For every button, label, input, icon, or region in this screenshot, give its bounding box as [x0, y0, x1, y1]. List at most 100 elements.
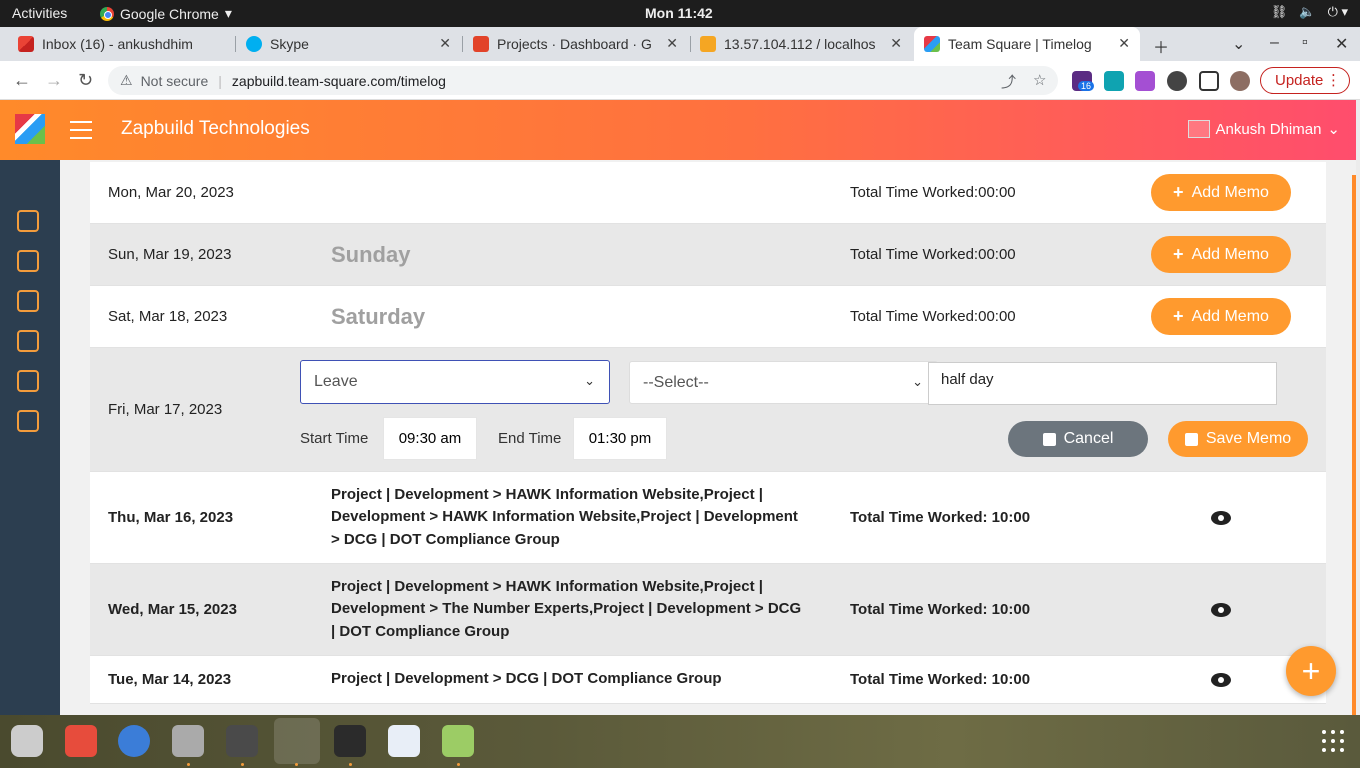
user-menu[interactable]: Ankush Dhiman ⌄ — [1187, 120, 1340, 138]
tab-skype[interactable]: Skype ✕ — [236, 27, 461, 61]
chevron-down-icon: ⌄ — [1327, 121, 1340, 138]
timelog-content: Mon, Mar 20, 2023 Total Time Worked:00:0… — [60, 160, 1356, 715]
chevron-down-icon: ⌄ — [912, 374, 923, 389]
sidebar-training-icon[interactable] — [17, 370, 39, 392]
disk-app-icon[interactable] — [11, 725, 43, 757]
plus-icon: + — [1173, 244, 1184, 264]
clock[interactable]: Mon 11:42 — [645, 5, 713, 21]
show-apps-icon[interactable] — [1322, 730, 1344, 752]
total-time: Total Time Worked:00:00 — [850, 246, 1016, 263]
cancel-button[interactable]: Cancel — [1008, 421, 1148, 457]
save-memo-button[interactable]: Save Memo — [1168, 421, 1308, 457]
text-editor-icon[interactable] — [388, 725, 420, 757]
minimize-icon[interactable]: – — [1270, 34, 1279, 52]
update-button[interactable]: Update ⋮ — [1260, 67, 1350, 94]
sidebar-users-icon[interactable] — [17, 410, 39, 432]
floppy-icon — [1042, 432, 1056, 446]
url-text[interactable]: zapbuild.team-square.com/timelog — [232, 73, 446, 89]
reload-icon[interactable]: ↻ — [78, 70, 93, 91]
project-list: Project | Development > DCG | DOT Compli… — [331, 670, 722, 688]
chrome-icon — [100, 6, 114, 21]
add-memo-label: Add Memo — [1191, 307, 1269, 325]
add-memo-button[interactable]: + Add Memo — [1151, 236, 1291, 273]
close-icon[interactable]: ✕ — [890, 35, 902, 52]
running-indicator — [241, 763, 244, 766]
row-date: Wed, Mar 15, 2023 — [108, 601, 237, 618]
tab-gmail[interactable]: Inbox (16) - ankushdhim — [8, 27, 233, 61]
sidebar-timelog-icon[interactable] — [17, 210, 39, 232]
back-icon[interactable]: ← — [13, 70, 31, 91]
project-list: Project | Development > HAWK Information… — [331, 485, 798, 548]
start-time-input[interactable]: 09:30 am — [383, 417, 477, 460]
tab-team-square[interactable]: Team Square | Timelog ✕ — [914, 27, 1140, 61]
forward-icon[interactable]: → — [45, 70, 63, 91]
files-icon[interactable] — [172, 725, 204, 757]
app-menu[interactable]: Google Chrome ▾ — [100, 5, 232, 22]
add-memo-button[interactable]: + Add Memo — [1151, 298, 1291, 335]
close-icon[interactable]: ✕ — [439, 35, 451, 52]
timelog-row: Tue, Mar 14, 2023 Project | Development … — [90, 656, 1326, 704]
menu-dots-icon: ⋮ — [1326, 72, 1341, 89]
end-time-input[interactable]: 01:30 pm — [573, 417, 667, 460]
sublime-text-icon[interactable] — [226, 725, 258, 757]
sidebar-calendar-icon[interactable] — [17, 330, 39, 352]
save-memo-label: Save Memo — [1205, 430, 1292, 447]
sidebar-tasks-icon[interactable] — [17, 250, 39, 272]
pen-extension-icon[interactable] — [1135, 71, 1155, 91]
system-top-bar: Activities Google Chrome ▾ Mon 11:42 ⛓ 🔈… — [0, 0, 1360, 27]
end-time-label: End Time — [498, 430, 562, 447]
help-icon[interactable] — [118, 725, 150, 757]
start-time-label: Start Time — [300, 430, 369, 447]
warning-icon: ⚠ — [120, 72, 133, 88]
view-eye-icon[interactable] — [1211, 672, 1231, 687]
sidebar-projects-icon[interactable] — [17, 290, 39, 312]
security-label[interactable]: Not secure — [141, 73, 209, 89]
cancel-label: Cancel — [1063, 430, 1114, 447]
row-date: Sat, Mar 18, 2023 — [108, 308, 228, 325]
memo-type-select[interactable]: Leave ⌄ — [300, 360, 610, 404]
gmail-icon — [18, 36, 34, 52]
row-date: Tue, Mar 14, 2023 — [108, 671, 232, 688]
star-icon[interactable]: ☆ — [1033, 71, 1046, 89]
memo-subtype-value: --Select-- — [643, 373, 709, 391]
view-eye-icon[interactable] — [1211, 602, 1231, 617]
tab-gitlab[interactable]: Projects · Dashboard · G ✕ — [463, 27, 688, 61]
browser-toolbar: ← → ↻ ⚠ Not secure | zapbuild.team-squar… — [0, 61, 1360, 100]
close-icon[interactable]: ✕ — [666, 35, 678, 52]
puzzle-icon[interactable] — [1167, 71, 1187, 91]
view-eye-icon[interactable] — [1211, 510, 1231, 525]
company-name: Zapbuild Technologies — [121, 118, 310, 139]
sidebar — [0, 160, 60, 715]
row-date: Fri, Mar 17, 2023 — [108, 401, 223, 418]
anydesk-icon[interactable] — [65, 725, 97, 757]
memo-subtype-select[interactable]: --Select-- ⌄ — [629, 361, 938, 404]
profile-avatar[interactable] — [1230, 71, 1250, 91]
chrome-dock-icon[interactable] — [274, 718, 320, 764]
side-panel-icon[interactable] — [1199, 71, 1219, 91]
image-viewer-icon[interactable] — [442, 725, 474, 757]
memo-type-value: Leave — [314, 373, 358, 390]
terminal-icon[interactable] — [334, 725, 366, 757]
share-icon[interactable]: ⤴ — [1001, 71, 1016, 92]
add-memo-button[interactable]: + Add Memo — [1151, 174, 1291, 211]
scrollbar[interactable] — [1352, 175, 1356, 715]
memo-note-textarea[interactable]: half day — [928, 362, 1277, 405]
new-tab-icon[interactable]: ＋ — [1153, 34, 1169, 58]
tab-phpmyadmin[interactable]: 13.57.104.112 / localhos ✕ — [690, 27, 912, 61]
address-bar[interactable]: ⚠ Not secure | zapbuild.team-square.com/… — [108, 66, 1058, 95]
add-floating-button[interactable]: + — [1286, 646, 1336, 696]
tab-strip: Inbox (16) - ankushdhim Skype ✕ Projects… — [0, 27, 1360, 61]
team-square-logo[interactable] — [15, 114, 45, 144]
phpmyadmin-icon — [700, 36, 716, 52]
activities-button[interactable]: Activities — [12, 5, 67, 21]
skype-icon — [246, 36, 262, 52]
extension-icon[interactable] — [1104, 71, 1124, 91]
hamburger-menu-icon[interactable] — [70, 121, 92, 145]
tab-search-icon[interactable]: ⌄ — [1232, 34, 1245, 54]
window-close-icon[interactable]: ✕ — [1335, 34, 1348, 54]
system-tray[interactable]: ⛓ 🔈 ⏻ ▾ — [1271, 4, 1348, 20]
close-icon[interactable]: ✕ — [1118, 35, 1130, 52]
maximize-icon[interactable]: ▫ — [1302, 34, 1308, 52]
total-time: Total Time Worked:00:00 — [850, 184, 1016, 201]
team-square-icon — [924, 36, 940, 52]
